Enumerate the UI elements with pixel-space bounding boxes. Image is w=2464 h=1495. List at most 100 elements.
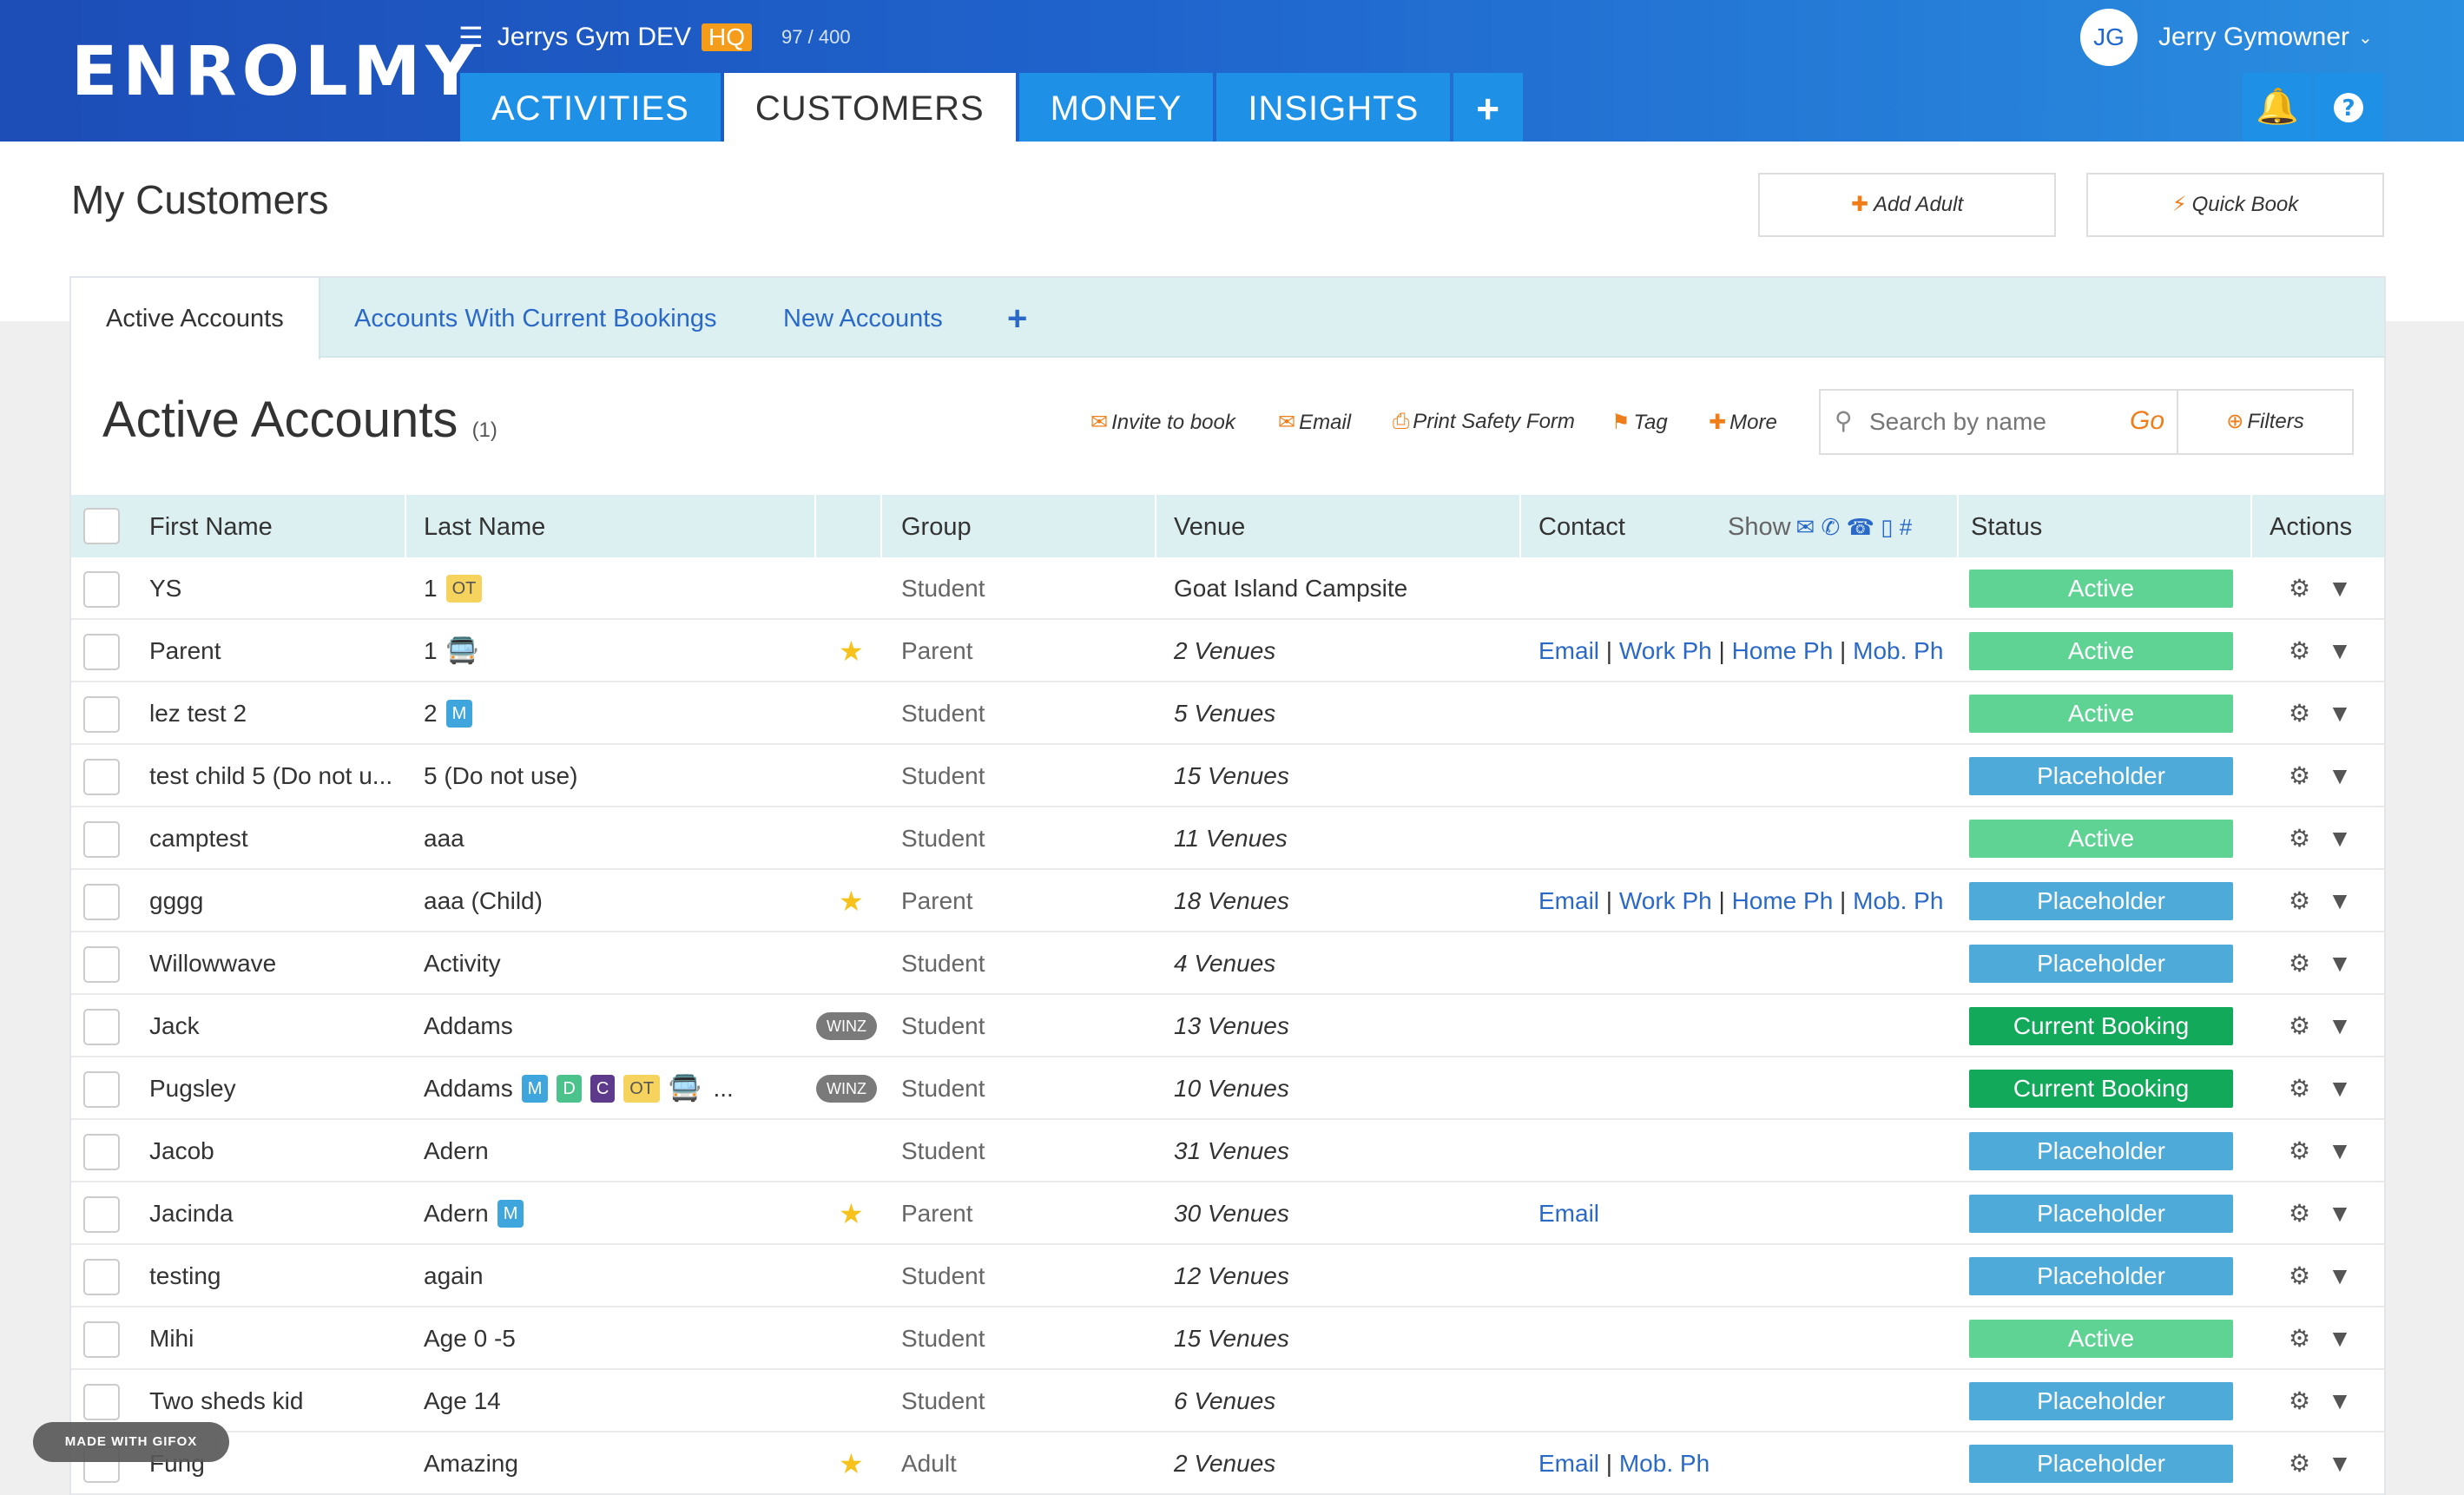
status-badge[interactable]: Active [1969,632,2233,670]
row-checkbox[interactable] [83,946,120,983]
row-checkbox[interactable] [83,1009,120,1045]
row-checkbox[interactable] [83,634,120,670]
venue[interactable]: 30 Venues [1174,1182,1289,1245]
status-badge[interactable]: Placeholder [1969,1195,2233,1233]
first-name[interactable]: Pugsley [149,1057,401,1120]
table-row[interactable]: Willowwave Activity Student 4 Venues Placeho… [71,932,2384,995]
first-name[interactable]: Willowwave [149,932,401,995]
select-all-checkbox[interactable] [83,508,120,544]
tab-customers[interactable]: CUSTOMERS [723,73,1016,142]
contact-link[interactable]: Home Ph [1732,887,1834,914]
contact-link[interactable]: Mob. Ph [1853,637,1943,664]
user-menu[interactable]: JG Jerry Gymowner ⌄ [2080,9,2373,66]
table-row[interactable]: Pugsley Addams M D C OT 🚍... WINZ Student 10 Venu… [71,1057,2384,1120]
col-last-name[interactable]: Last Name [424,495,545,559]
contact-link[interactable]: Home Ph [1732,637,1834,664]
table-row[interactable]: test child 5 (Do not u... 5 (Do not use) S… [71,745,2384,807]
last-name[interactable]: aaa [424,807,464,870]
table-row[interactable]: Parent 1 🚍 ★ Parent 2 Venues Email | Work Ph |… [71,620,2384,682]
avatar[interactable]: JG [2080,9,2138,66]
row-checkbox[interactable] [83,1196,120,1233]
contact-link[interactable]: Mob. Ph [1853,887,1943,914]
row-checkbox[interactable] [83,1384,120,1420]
tab-new-accounts[interactable]: New Accounts [783,278,943,358]
last-name[interactable]: Age 0 -5 [424,1307,516,1370]
first-name[interactable]: Jacob [149,1120,401,1182]
search-input[interactable] [1869,403,2112,441]
gym-switcher[interactable]: ☰ Jerrys Gym DEV HQ 97 / 400 [458,21,851,54]
venue[interactable]: 18 Venues [1174,870,1289,932]
table-row[interactable]: Fung Amazing ★ Adult 2 Venues Email | Mob. Ph… [71,1432,2384,1495]
venue[interactable]: 2 Venues [1174,620,1275,682]
status-badge[interactable]: Placeholder [1969,1132,2233,1170]
first-name[interactable]: YS [149,557,401,620]
row-checkbox[interactable] [83,1259,120,1295]
col-venue[interactable]: Venue [1174,495,1245,559]
gear-icon[interactable]: ⚙ [2289,1075,2310,1102]
table-row[interactable]: gggg aaa (Child) ★ Parent 18 Venues Email | W… [71,870,2384,932]
table-row[interactable]: camptest aaa Student 11 Venues Active ⚙ ▼ [71,807,2384,870]
more-badges[interactable]: ... [713,1057,733,1120]
add-tab-plus-icon[interactable]: + [1453,73,1524,142]
last-name[interactable]: again [424,1245,484,1307]
venue[interactable]: 5 Venues [1174,682,1275,745]
menu-icon[interactable]: ☰ [458,21,484,54]
chevron-down-icon[interactable]: ▼ [2328,1325,2352,1352]
status-badge[interactable]: Placeholder [1969,757,2233,795]
gear-icon[interactable]: ⚙ [2289,1012,2310,1039]
status-badge[interactable]: Current Booking [1969,1070,2233,1108]
chevron-down-icon[interactable]: ▼ [2328,762,2352,789]
row-checkbox[interactable] [83,759,120,795]
venue[interactable]: 31 Venues [1174,1120,1289,1182]
venue[interactable]: 12 Venues [1174,1245,1289,1307]
row-checkbox[interactable] [83,821,120,858]
table-row[interactable]: YS 1 OT Student Goat Island Campsite Active ⚙ ▼ [71,557,2384,620]
invite-button[interactable]: ✉ Invite to book [1090,410,1235,435]
chevron-down-icon[interactable]: ▼ [2328,950,2352,977]
tab-active-accounts[interactable]: Active Accounts [71,278,320,359]
gym-name[interactable]: Jerrys Gym DEV [497,23,691,52]
print-safety-form-button[interactable]: ⎙ Print Safety Form [1393,410,1575,434]
chevron-down-icon[interactable]: ⌄ [2358,27,2373,49]
gear-icon[interactable]: ⚙ [2289,575,2310,602]
first-name[interactable]: Mihi [149,1307,401,1370]
chevron-down-icon[interactable]: ▼ [2328,887,2352,914]
status-badge[interactable]: Active [1969,570,2233,608]
chevron-down-icon[interactable]: ▼ [2328,1200,2352,1227]
gear-icon[interactable]: ⚙ [2289,762,2310,789]
venue[interactable]: 15 Venues [1174,1307,1289,1370]
contact-link[interactable]: Work Ph [1619,887,1712,914]
tab-current-bookings[interactable]: Accounts With Current Bookings [354,278,716,358]
tab-insights[interactable]: INSIGHTS [1216,73,1451,142]
first-name[interactable]: Parent [149,620,401,682]
gear-icon[interactable]: ⚙ [2289,700,2310,727]
last-name[interactable]: Addams [424,1057,513,1120]
contact-link[interactable]: Mob. Ph [1619,1450,1710,1477]
table-row[interactable]: Mihi Age 0 -5 Student 15 Venues Active ⚙ ▼ [71,1307,2384,1370]
gear-icon[interactable]: ⚙ [2289,1450,2310,1477]
first-name[interactable]: Jacinda [149,1182,401,1245]
gear-icon[interactable]: ⚙ [2289,637,2310,664]
contact-link[interactable]: Email [1538,637,1599,664]
row-checkbox[interactable] [83,884,120,920]
tag-button[interactable]: ⚑ Tag [1611,410,1668,435]
tab-activities[interactable]: ACTIVITIES [460,73,721,142]
venue[interactable]: 13 Venues [1174,995,1289,1057]
venue[interactable]: 4 Venues [1174,932,1275,995]
filters-button[interactable]: ⊕ Filters [2177,389,2354,455]
email-button[interactable]: ✉ Email [1278,410,1351,435]
contact-link[interactable]: Email [1538,1200,1599,1227]
row-checkbox[interactable] [83,1071,120,1108]
venue[interactable]: 6 Venues [1174,1370,1275,1432]
last-name[interactable]: Adern [424,1120,489,1182]
table-row[interactable]: Jacob Adern Student 31 Venues Placeholder ⚙ ▼ [71,1120,2384,1182]
user-name[interactable]: Jerry Gymowner [2158,23,2349,52]
contact-type-icons[interactable]: ✉ ✆ ☎ ▯ # [1796,514,1913,540]
venue[interactable]: 10 Venues [1174,1057,1289,1120]
chevron-down-icon[interactable]: ▼ [2328,1012,2352,1039]
last-name[interactable]: aaa (Child) [424,870,543,932]
chevron-down-icon[interactable]: ▼ [2328,575,2352,602]
table-row[interactable]: Two sheds kid Age 14 Student 6 Venues Placeh… [71,1370,2384,1432]
enrolmy-logo[interactable]: ENROLMY [71,33,480,111]
table-row[interactable]: Jack Addams WINZ Student 13 Venues Current Bo… [71,995,2384,1057]
